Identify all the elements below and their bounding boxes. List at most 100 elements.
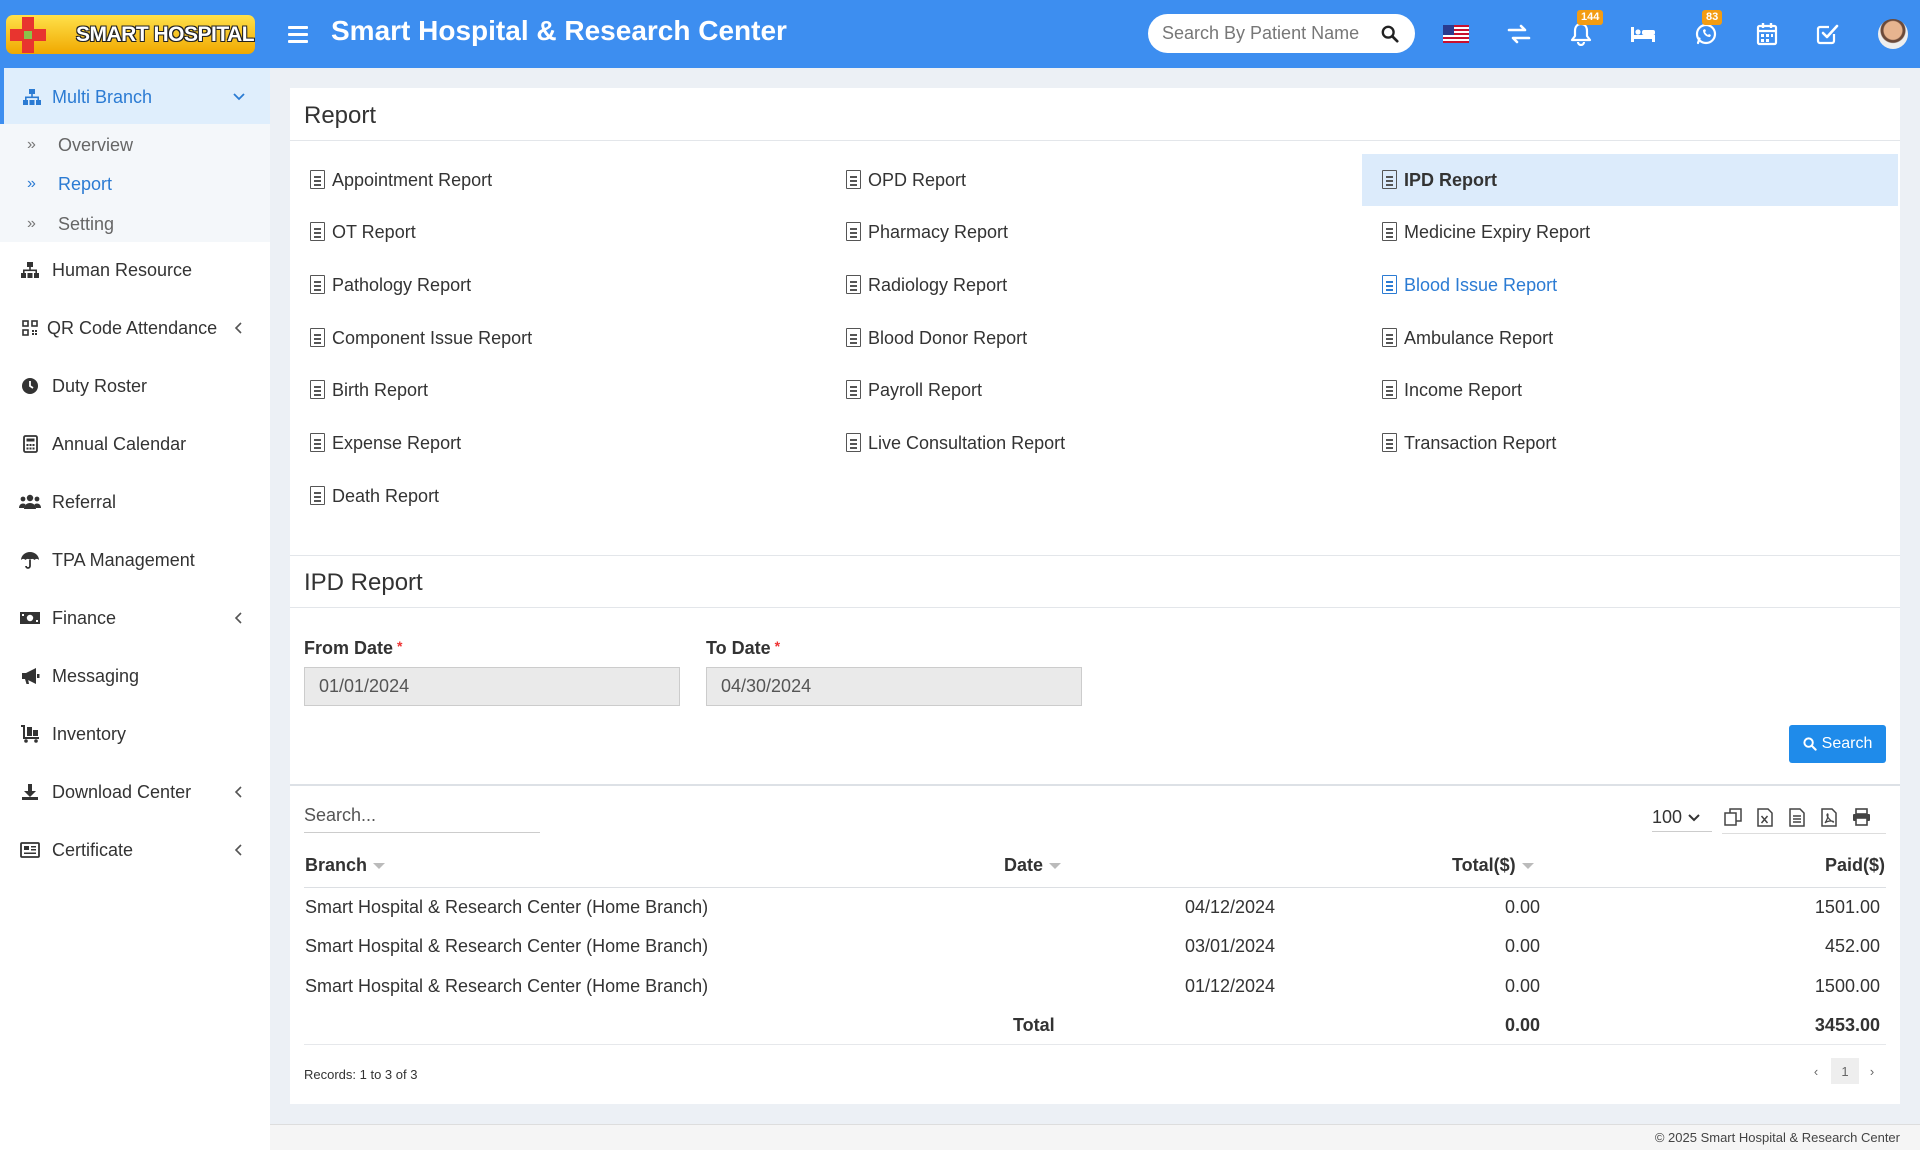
- pagination-prev[interactable]: ‹: [1808, 1058, 1824, 1084]
- bell-icon[interactable]: 144: [1567, 10, 1604, 48]
- sidebar-item-qr-code-attendance[interactable]: QR Code Attendance: [0, 299, 270, 357]
- column-header-date[interactable]: Date: [1004, 855, 1062, 876]
- column-header-total[interactable]: Total($): [1452, 855, 1534, 876]
- sidebar-item-download-center[interactable]: Download Center: [0, 763, 270, 821]
- report-link-blood-donor-report[interactable]: Blood Donor Report: [826, 312, 1362, 364]
- sidebar: Multi Branch » Overview » Report » Setti…: [0, 68, 270, 1150]
- download-icon: [19, 781, 41, 803]
- report-link-label: Component Issue Report: [332, 327, 533, 348]
- column-header-branch[interactable]: Branch: [305, 855, 386, 876]
- sidebar-item-messaging[interactable]: Messaging: [0, 647, 270, 705]
- submenu-label: Overview: [58, 134, 134, 155]
- report-link-income-report[interactable]: Income Report: [1362, 364, 1898, 416]
- chevron-left-icon: [234, 322, 242, 334]
- whatsapp-icon[interactable]: 83: [1692, 10, 1723, 48]
- sidebar-item-label: Download Center: [52, 781, 192, 802]
- csv-icon[interactable]: [1786, 806, 1808, 828]
- report-link-medicine-expiry-report[interactable]: Medicine Expiry Report: [1362, 206, 1898, 258]
- sidebar-item-finance[interactable]: Finance: [0, 589, 270, 647]
- from-date-input[interactable]: [304, 667, 680, 706]
- menu-icon[interactable]: [288, 22, 308, 46]
- app-logo[interactable]: SMART HOSPITAL: [6, 15, 255, 54]
- users-icon: [19, 491, 41, 513]
- pagination-next[interactable]: ›: [1864, 1058, 1880, 1084]
- copy-icon[interactable]: [1722, 806, 1744, 828]
- divider: [290, 607, 1900, 608]
- report-link-label: Blood Donor Report: [868, 327, 1028, 348]
- document-icon: [846, 328, 861, 347]
- pdf-icon[interactable]: [1818, 806, 1840, 828]
- document-icon: [846, 170, 861, 189]
- report-link-pathology-report[interactable]: Pathology Report: [290, 259, 826, 311]
- sidebar-item-referral[interactable]: Referral: [0, 473, 270, 531]
- search-button[interactable]: Search: [1789, 725, 1886, 763]
- sidebar-item-inventory[interactable]: Inventory: [0, 705, 270, 763]
- sort-icon: [1521, 862, 1534, 869]
- report-link-blood-issue-report[interactable]: Blood Issue Report: [1362, 259, 1898, 311]
- sidebar-item-label: Duty Roster: [52, 375, 148, 396]
- switch-icon[interactable]: [1505, 20, 1533, 48]
- sidebar-item-label: Finance: [52, 607, 117, 628]
- sidebar-item-label: Inventory: [52, 723, 127, 744]
- sidebar-item-tpa-management[interactable]: TPA Management: [0, 531, 270, 589]
- report-link-label: OPD Report: [868, 169, 967, 190]
- us-flag-icon[interactable]: [1442, 20, 1470, 48]
- report-link-appointment-report[interactable]: Appointment Report: [290, 154, 826, 206]
- report-link-ambulance-report[interactable]: Ambulance Report: [1362, 312, 1898, 364]
- search-icon[interactable]: [1381, 25, 1399, 43]
- report-link-component-issue-report[interactable]: Component Issue Report: [290, 312, 826, 364]
- qrcode-icon: [19, 317, 41, 339]
- calendar-icon[interactable]: [1753, 20, 1781, 48]
- report-link-live-consultation-report[interactable]: Live Consultation Report: [826, 417, 1362, 469]
- report-link-radiology-report[interactable]: Radiology Report: [826, 259, 1362, 311]
- cell-date: 03/01/2024: [1184, 936, 1276, 956]
- double-chevron-icon: »: [27, 175, 36, 192]
- top-navbar: SMART HOSPITAL Smart Hospital & Research…: [0, 0, 1920, 68]
- table-search-input[interactable]: [304, 799, 540, 833]
- report-link-death-report[interactable]: Death Report: [290, 470, 826, 522]
- dolly-icon: [19, 723, 41, 745]
- logo-cross-icon: [10, 17, 46, 53]
- page-size-value: 100: [1652, 807, 1683, 827]
- report-link-transaction-report[interactable]: Transaction Report: [1362, 417, 1898, 469]
- cell-total: 0.00: [1504, 976, 1540, 996]
- report-link-label: Payroll Report: [868, 379, 983, 400]
- document-icon: [310, 170, 325, 189]
- column-header-paid[interactable]: Paid($): [1825, 855, 1885, 876]
- submenu-item-overview[interactable]: » Overview: [0, 126, 270, 164]
- sidebar-item-human-resource[interactable]: Human Resource: [0, 241, 270, 299]
- sidebar-item-annual-calendar[interactable]: Annual Calendar: [0, 415, 270, 473]
- report-link-label: Birth Report: [332, 379, 429, 400]
- submenu-item-setting[interactable]: » Setting: [0, 205, 270, 243]
- sidebar-item-certificate[interactable]: Certificate: [0, 821, 270, 879]
- sidebar-item-multi-branch[interactable]: Multi Branch: [0, 68, 270, 126]
- document-icon: [310, 486, 325, 505]
- report-link-ipd-report[interactable]: IPD Report: [1362, 154, 1898, 206]
- chevron-down-icon: [233, 93, 245, 101]
- pagination-page-1[interactable]: 1: [1831, 1058, 1859, 1084]
- report-link-label: IPD Report: [1404, 169, 1498, 190]
- cell-branch: Smart Hospital & Research Center (Home B…: [305, 976, 709, 996]
- page-size-select[interactable]: 100: [1652, 804, 1712, 832]
- report-link-birth-report[interactable]: Birth Report: [290, 364, 826, 416]
- report-link-label: Radiology Report: [868, 274, 1008, 295]
- task-check-icon[interactable]: [1813, 20, 1841, 48]
- user-avatar[interactable]: [1878, 19, 1908, 49]
- bed-icon[interactable]: [1629, 20, 1657, 48]
- report-link-expense-report[interactable]: Expense Report: [290, 417, 826, 469]
- cell-paid: 452.00: [1824, 936, 1880, 956]
- report-link-ot-report[interactable]: OT Report: [290, 206, 826, 258]
- report-link-pharmacy-report[interactable]: Pharmacy Report: [826, 206, 1362, 258]
- patient-search-input[interactable]: [1162, 23, 1362, 44]
- sort-icon: [1049, 862, 1062, 869]
- sidebar-item-duty-roster[interactable]: Duty Roster: [0, 357, 270, 415]
- report-link-opd-report[interactable]: OPD Report: [826, 154, 1362, 206]
- print-icon[interactable]: [1850, 806, 1872, 828]
- excel-icon[interactable]: [1754, 806, 1776, 828]
- submenu-item-report[interactable]: » Report: [0, 165, 270, 203]
- report-link-label: Transaction Report: [1404, 432, 1557, 453]
- to-date-input[interactable]: [706, 667, 1082, 706]
- search-icon: [1803, 737, 1817, 751]
- document-icon: [310, 275, 325, 294]
- report-link-payroll-report[interactable]: Payroll Report: [826, 364, 1362, 416]
